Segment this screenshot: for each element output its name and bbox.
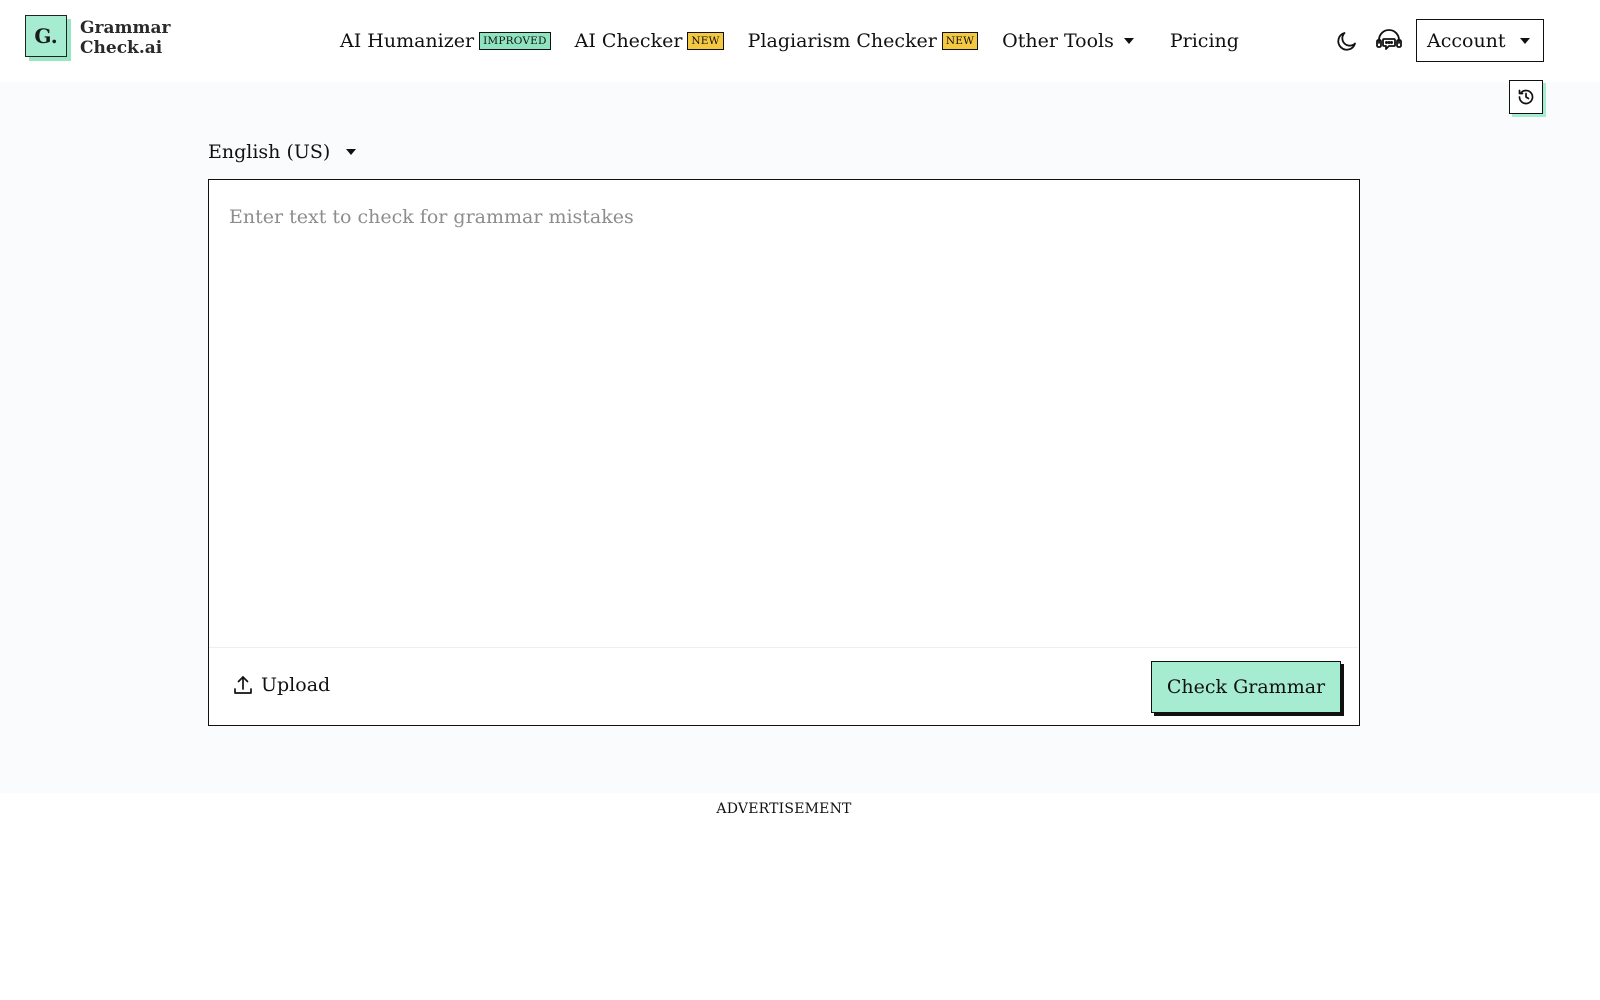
check-grammar-label: Check Grammar — [1151, 661, 1341, 713]
nav-ai-humanizer[interactable]: AI Humanizer IMPROVED — [340, 30, 551, 52]
upload-icon — [234, 676, 252, 694]
language-selector[interactable]: English (US) — [208, 141, 357, 163]
moon-icon — [1337, 32, 1356, 51]
account-dropdown-button[interactable]: Account — [1416, 19, 1544, 62]
new-badge: NEW — [941, 32, 979, 50]
nav-plagiarism-checker-label: Plagiarism Checker — [747, 30, 937, 52]
logo-letter: G. — [25, 15, 67, 57]
logo-wordmark: Grammar Check.ai — [80, 18, 170, 58]
support-button[interactable] — [1374, 26, 1404, 56]
nav-ai-checker-label: AI Checker — [574, 30, 683, 52]
nav-other-tools-dropdown[interactable]: Other Tools — [1002, 30, 1134, 52]
logo-mark: G. — [25, 15, 71, 61]
nav-pricing[interactable]: Pricing — [1170, 30, 1239, 52]
advertisement-label: ADVERTISEMENT — [716, 801, 852, 817]
editor-footer: Upload Check Grammar — [209, 647, 1358, 725]
upload-label: Upload — [261, 674, 331, 696]
check-grammar-button[interactable]: Check Grammar — [1151, 661, 1344, 716]
nav-ai-checker[interactable]: AI Checker NEW — [575, 30, 724, 52]
history-button-face — [1509, 80, 1543, 114]
improved-badge: IMPROVED — [479, 32, 551, 50]
advertisement-section: ADVERTISEMENT — [0, 793, 1600, 1000]
nav-other-tools-label: Other Tools — [1002, 30, 1114, 52]
account-label: Account — [1427, 29, 1506, 52]
nav-pricing-label: Pricing — [1169, 30, 1239, 52]
logo-line-2: Check.ai — [80, 38, 163, 58]
grammar-editor: Upload Check Grammar — [208, 179, 1360, 726]
main-nav: AI Humanizer IMPROVED AI Checker NEW Pla… — [340, 0, 1239, 82]
caret-down-icon — [1123, 38, 1134, 44]
logo-link[interactable]: G. Grammar Check.ai — [25, 15, 170, 61]
headset-icon — [1376, 29, 1402, 50]
nav-plagiarism-checker[interactable]: Plagiarism Checker NEW — [747, 30, 979, 52]
history-icon — [1518, 89, 1534, 105]
theme-toggle-button[interactable] — [1332, 26, 1362, 56]
text-input[interactable] — [209, 180, 1358, 646]
language-selected-value: English (US) — [208, 141, 331, 163]
logo-line-1: Grammar — [80, 18, 171, 38]
top-header: G. Grammar Check.ai AI Humanizer IMPROVE… — [0, 0, 1600, 82]
caret-down-icon — [1519, 37, 1530, 44]
caret-down-icon — [346, 149, 357, 155]
history-button[interactable] — [1509, 80, 1546, 117]
upload-button[interactable]: Upload — [233, 674, 330, 696]
nav-ai-humanizer-label: AI Humanizer — [340, 30, 475, 52]
new-badge: NEW — [687, 32, 724, 50]
